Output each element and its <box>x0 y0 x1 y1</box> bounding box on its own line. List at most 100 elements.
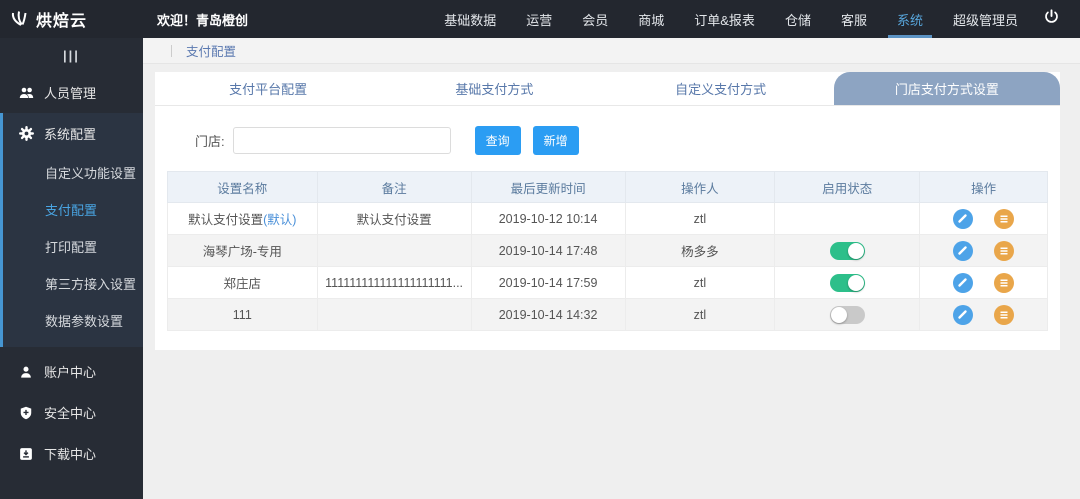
sidebar-sub-data-params[interactable]: 数据参数设置 <box>3 302 143 339</box>
sidebar-item-label: 账户中心 <box>44 365 97 380</box>
cell-updated: 2019-10-14 14:32 <box>470 298 626 331</box>
cell-actions <box>919 266 1048 299</box>
cell-status <box>774 202 921 235</box>
nav-item-members[interactable]: 会员 <box>567 0 623 38</box>
app-title: 烘焙云 <box>36 13 88 30</box>
cell-remark <box>316 234 472 267</box>
edit-button[interactable] <box>952 208 973 229</box>
power-icon <box>1043 8 1060 30</box>
sidebar-item-personnel[interactable]: 人员管理 <box>0 72 143 113</box>
cell-actions <box>919 202 1048 235</box>
edit-button[interactable] <box>952 272 973 293</box>
sidebar-sub-third-party[interactable]: 第三方接入设置 <box>3 265 143 302</box>
breadcrumb: 支付配置 <box>143 38 1080 64</box>
status-toggle[interactable] <box>829 241 865 260</box>
detail-list-button[interactable] <box>994 208 1015 229</box>
cell-actions <box>919 234 1048 267</box>
table-row: 海琴广场-专用 2019-10-14 17:48 杨多多 <box>167 234 1048 267</box>
nav-item-orders-reports[interactable]: 订单&报表 <box>679 0 770 38</box>
table-row: 郑庄店 111111111111111111111... 2019-10-14 … <box>167 266 1048 299</box>
top-bar: 烘焙云 欢迎！青岛橙创 基础数据 运营 会员 商城 订单&报表 仓储 客服 系统… <box>0 0 1080 38</box>
add-button[interactable]: 新增 <box>532 126 579 155</box>
sidebar-sub-custom-function[interactable]: 自定义功能设置 <box>3 154 143 191</box>
sidebar-item-account-center[interactable]: 账户中心 <box>0 351 143 392</box>
nav-item-basic-data[interactable]: 基础数据 <box>429 0 511 38</box>
gear-icon <box>18 126 34 141</box>
cell-name: 111 <box>167 298 318 331</box>
sidebar: ||| 人员管理 系统配置 自定义功能设置 支付配置 打印配置 第三方接入设置 … <box>0 38 143 499</box>
store-label: 门店: <box>195 134 225 149</box>
status-toggle[interactable] <box>829 273 865 292</box>
cell-updated: 2019-10-14 17:48 <box>470 234 626 267</box>
nav-item-system[interactable]: 系统 <box>882 0 938 38</box>
cell-remark: 111111111111111111111... <box>316 266 472 299</box>
edit-button[interactable] <box>952 304 973 325</box>
sidebar-item-security-center[interactable]: 安全中心 <box>0 392 143 433</box>
sidebar-item-label: 系统配置 <box>44 127 97 142</box>
nav-item-super-admin[interactable]: 超级管理员 <box>938 0 1033 38</box>
cell-remark <box>316 298 472 331</box>
filter-bar: 门店: 查询 新增 <box>195 126 1060 155</box>
col-header-actions: 操作 <box>919 171 1048 203</box>
welcome-text: 欢迎！青岛橙创 <box>157 12 249 28</box>
sidebar-item-system-config[interactable]: 系统配置 <box>3 113 143 154</box>
tab-payment-platform-config[interactable]: 支付平台配置 <box>155 72 381 105</box>
detail-list-button[interactable] <box>994 240 1015 261</box>
cell-updated: 2019-10-14 17:59 <box>470 266 626 299</box>
sidebar-item-download-center[interactable]: 下载中心 <box>0 433 143 474</box>
users-icon <box>18 86 34 100</box>
nav-item-warehouse[interactable]: 仓储 <box>770 0 826 38</box>
tab-store-payment-settings[interactable]: 门店支付方式设置 <box>833 72 1060 105</box>
breadcrumb-current[interactable]: 支付配置 <box>186 41 236 60</box>
query-button[interactable]: 查询 <box>474 126 521 155</box>
cell-name: 郑庄店 <box>167 266 318 299</box>
sidebar-item-label: 下载中心 <box>44 447 97 462</box>
sidebar-sub-payment-config[interactable]: 支付配置 <box>3 191 143 228</box>
user-icon <box>18 365 34 379</box>
tab-basic-payment-methods[interactable]: 基础支付方式 <box>381 72 607 105</box>
sidebar-collapse-toggle[interactable]: ||| <box>0 38 143 72</box>
logout-power-button[interactable] <box>1043 8 1060 30</box>
breadcrumb-divider <box>171 44 172 57</box>
bakery-cloud-logo-icon <box>10 10 30 28</box>
tab-custom-payment-methods[interactable]: 自定义支付方式 <box>608 72 834 105</box>
detail-list-button[interactable] <box>994 304 1015 325</box>
nav-item-mall[interactable]: 商城 <box>623 0 679 38</box>
default-badge: (默认) <box>263 213 297 227</box>
col-header-operator: 操作人 <box>624 171 776 203</box>
shield-icon <box>18 406 34 420</box>
col-header-updated: 最后更新时间 <box>470 171 626 203</box>
top-nav: 基础数据 运营 会员 商城 订单&报表 仓储 客服 系统 超级管理员 <box>429 0 1033 38</box>
status-toggle[interactable] <box>829 305 865 324</box>
cell-operator: 杨多多 <box>624 234 776 267</box>
cell-status <box>774 234 921 267</box>
cell-updated: 2019-10-12 10:14 <box>470 202 626 235</box>
nav-item-customer-service[interactable]: 客服 <box>826 0 882 38</box>
brand-area: 烘焙云 <box>0 7 143 31</box>
cell-operator: ztl <box>624 266 776 299</box>
cell-name: 海琴广场-专用 <box>167 234 318 267</box>
main-content: 支付配置 支付平台配置 基础支付方式 自定义支付方式 门店支付方式设置 门店: … <box>143 38 1080 499</box>
cell-operator: ztl <box>624 298 776 331</box>
sidebar-group-system-config: 系统配置 自定义功能设置 支付配置 打印配置 第三方接入设置 数据参数设置 <box>0 113 143 347</box>
detail-list-button[interactable] <box>994 272 1015 293</box>
download-icon <box>18 447 34 461</box>
settings-table: 设置名称 备注 最后更新时间 操作人 启用状态 操作 默认支付设置(默认) 默认… <box>167 171 1048 331</box>
payment-config-panel: 支付平台配置 基础支付方式 自定义支付方式 门店支付方式设置 门店: 查询 新增 <box>155 72 1060 350</box>
cell-actions <box>919 298 1048 331</box>
nav-item-operations[interactable]: 运营 <box>511 0 567 38</box>
cell-name: 默认支付设置(默认) <box>167 202 318 235</box>
cell-status <box>774 266 921 299</box>
table-header-row: 设置名称 备注 最后更新时间 操作人 启用状态 操作 <box>167 171 1048 203</box>
store-input[interactable] <box>232 127 451 154</box>
sidebar-sub-print-config[interactable]: 打印配置 <box>3 228 143 265</box>
sidebar-item-label: 人员管理 <box>44 86 97 101</box>
col-header-status: 启用状态 <box>774 171 921 203</box>
app-window: 烘焙云 欢迎！青岛橙创 基础数据 运营 会员 商城 订单&报表 仓储 客服 系统… <box>0 0 1080 499</box>
edit-button[interactable] <box>952 240 973 261</box>
col-header-name: 设置名称 <box>167 171 318 203</box>
col-header-remark: 备注 <box>316 171 472 203</box>
table-row: 111 2019-10-14 14:32 ztl <box>167 298 1048 331</box>
table-row: 默认支付设置(默认) 默认支付设置 2019-10-12 10:14 ztl <box>167 202 1048 235</box>
cell-status <box>774 298 921 331</box>
